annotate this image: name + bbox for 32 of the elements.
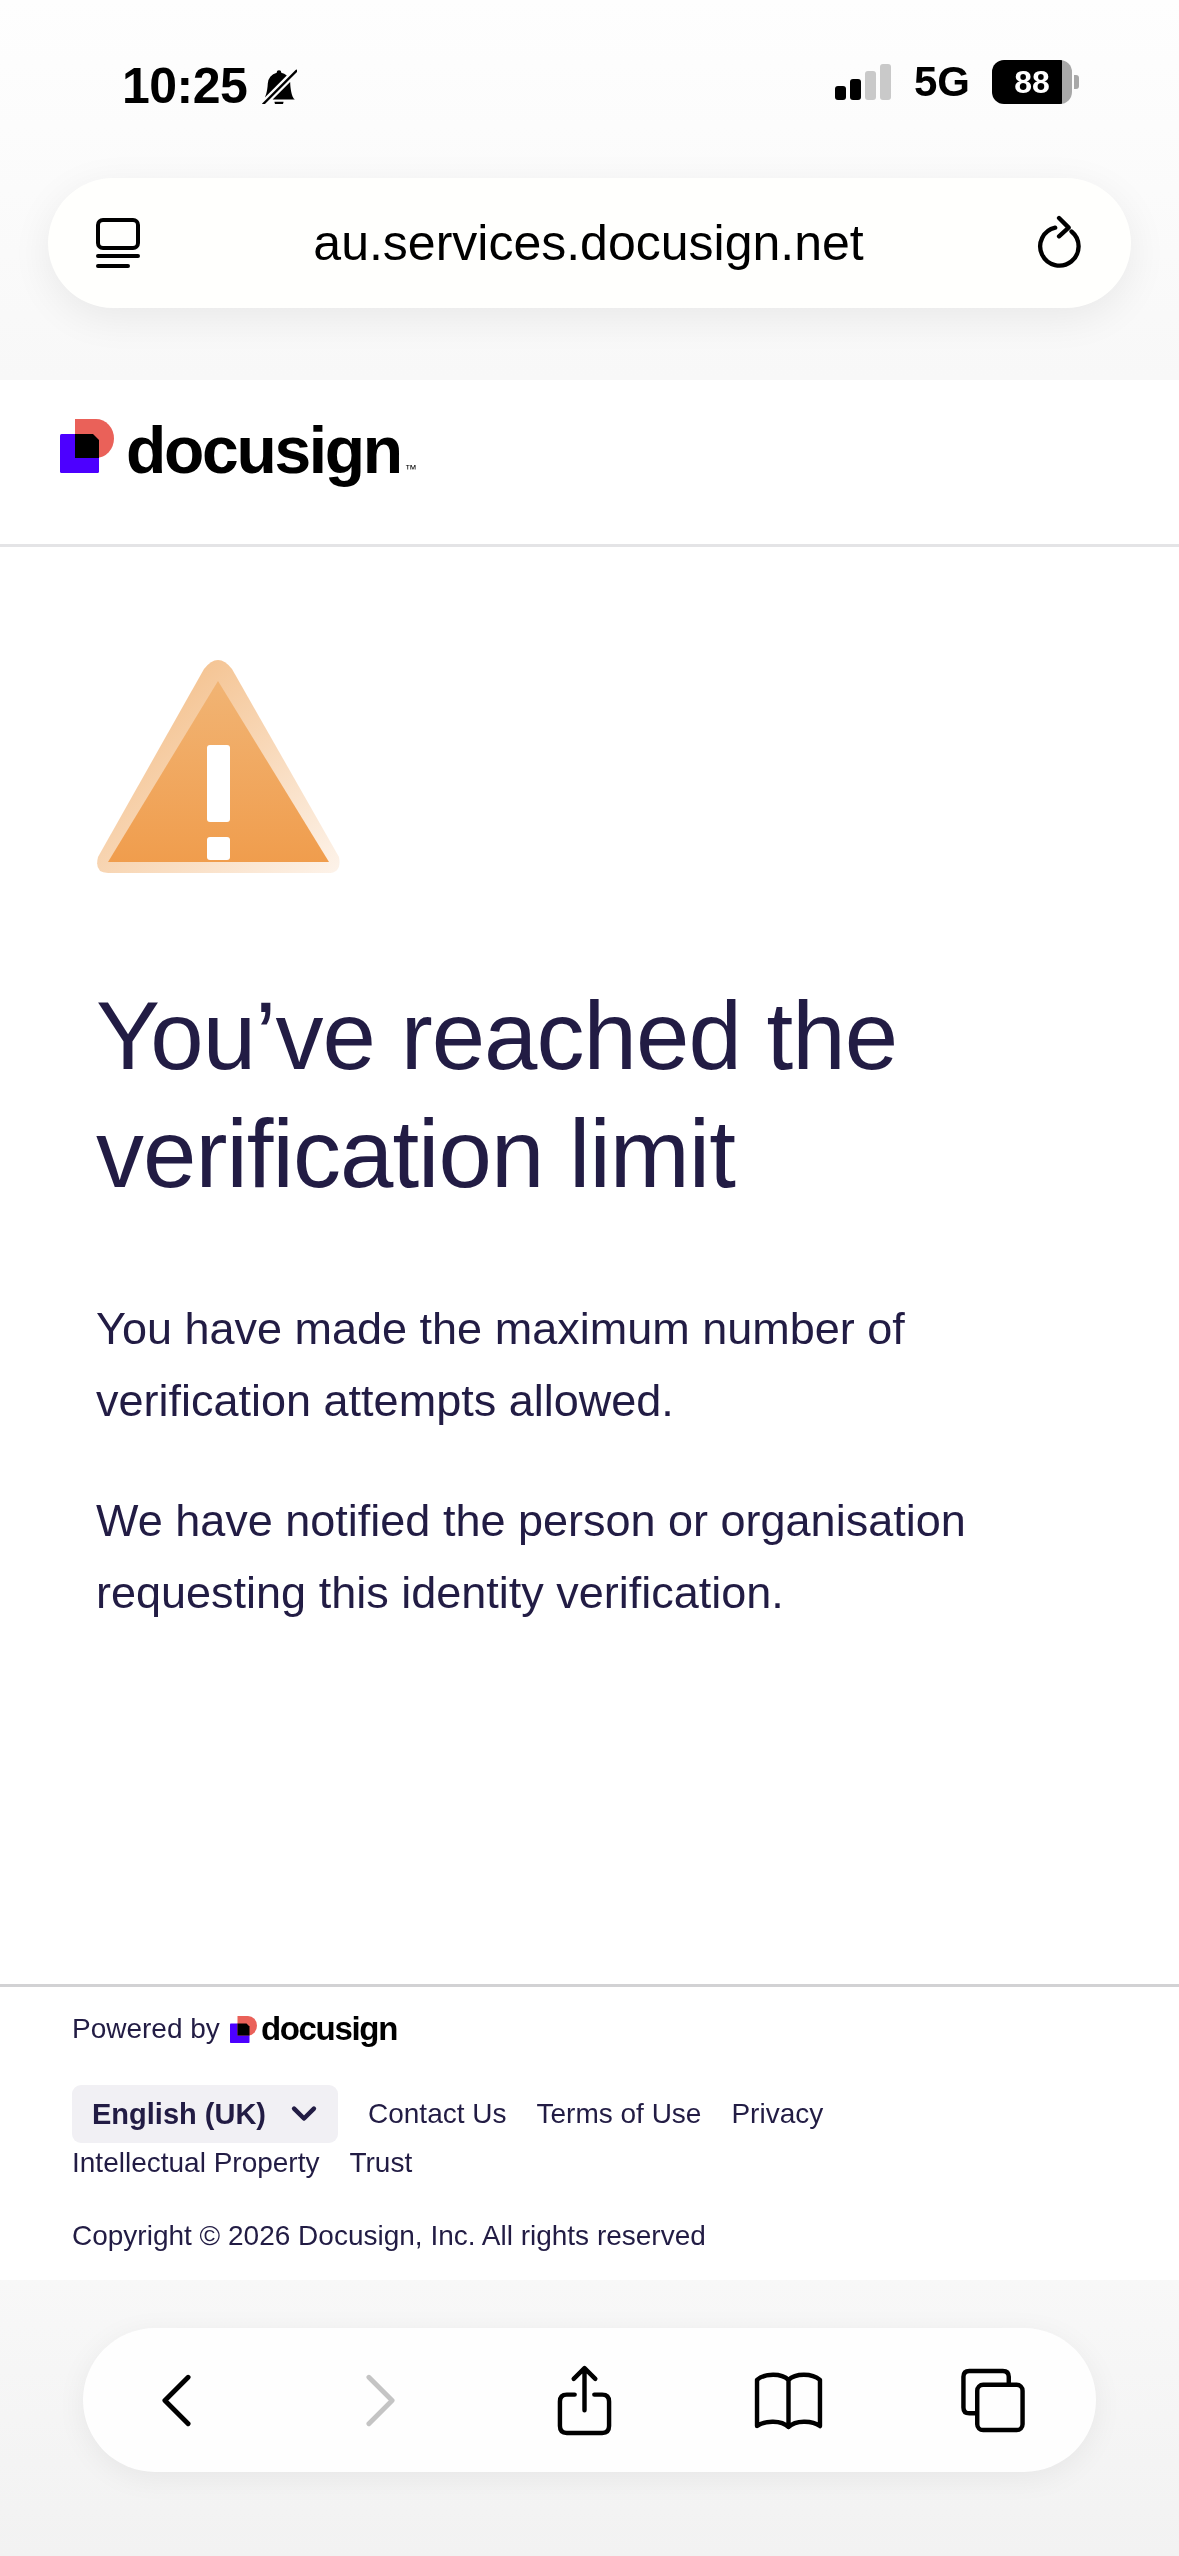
powered-by-text: Powered by (72, 2012, 220, 2046)
message-paragraph: You have made the maximum number of verification attempts allowed. (96, 1302, 906, 1428)
network-type: 5G (913, 60, 970, 104)
logo-icon (60, 419, 114, 473)
back-chevron-icon (160, 2373, 192, 2427)
forward-chevron-icon (364, 2373, 396, 2427)
footer-link[interactable]: Trust (349, 2143, 413, 2183)
logo-icon (229, 2015, 257, 2043)
language-select[interactable]: English (UK) (72, 2085, 338, 2143)
footer-link[interactable]: Contact Us (368, 2094, 507, 2134)
battery-tip-icon (1074, 75, 1079, 89)
reload-icon[interactable] (1036, 215, 1084, 271)
message-paragraph: We have notified the person or organisation requesting this identity verification. (96, 1494, 967, 1620)
page-heading: You’ve reached the verification limit (96, 981, 899, 1209)
address-bar[interactable]: au.services.docusign.net (48, 178, 1131, 308)
copyright-text: Copyright © 2026 Docusign, Inc. All rights reserved (72, 2219, 707, 2253)
tabs-icon (959, 2366, 1027, 2434)
url-text: au.services.docusign.net (312, 215, 865, 271)
footer-link[interactable]: Privacy (731, 2094, 824, 2134)
chevron-down-icon (290, 2105, 318, 2123)
logo-wordmark: docusign (260, 2009, 397, 2049)
footer-link[interactable]: Intellectual Property (72, 2143, 320, 2183)
signal-icon (834, 64, 892, 100)
clock-time: 10:25 (122, 60, 248, 112)
footer-link[interactable]: Terms of Use (536, 2094, 702, 2134)
page-menu-icon (95, 217, 141, 269)
trademark-sign: ™ (404, 462, 417, 476)
warning-icon (96, 657, 341, 875)
open-book-icon (753, 2370, 825, 2430)
battery-percentage: 88 (1014, 65, 1050, 99)
share-icon (556, 2363, 613, 2437)
logo-wordmark: docusign (126, 412, 401, 489)
